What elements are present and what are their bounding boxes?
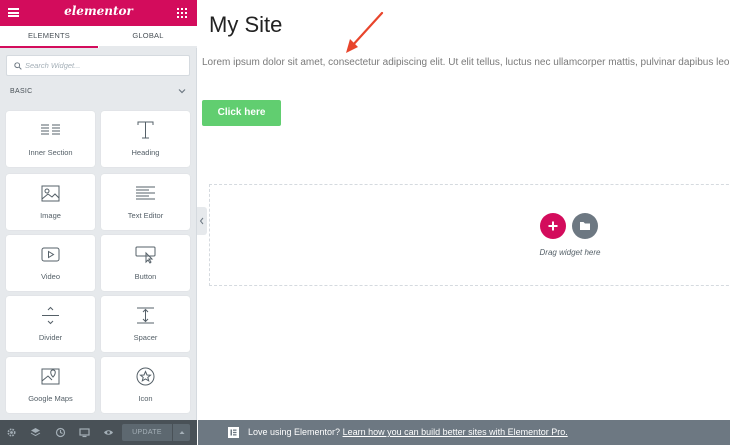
divider-icon — [42, 306, 59, 325]
chevron-down-icon[interactable] — [178, 88, 186, 94]
widget-label: Icon — [138, 394, 153, 403]
widget-label: Button — [134, 272, 157, 281]
widget-image[interactable]: Image — [6, 174, 95, 230]
click-here-button[interactable]: Click here — [202, 100, 281, 126]
widget-label: Text Editor — [127, 211, 164, 220]
star-icon — [136, 367, 155, 386]
widget-text-editor[interactable]: Text Editor — [101, 174, 190, 230]
image-icon — [41, 185, 60, 202]
update-options-button[interactable] — [172, 424, 190, 441]
add-template-button[interactable] — [572, 213, 598, 239]
button-icon — [135, 246, 156, 264]
widget-icon[interactable]: Icon — [101, 357, 190, 413]
widget-divider[interactable]: Divider — [6, 296, 95, 352]
preview-eye-icon[interactable] — [103, 427, 114, 438]
responsive-desktop-icon[interactable] — [79, 427, 90, 438]
promo-message: Love using Elementor? Learn how you can … — [248, 427, 568, 437]
caret-up-icon — [179, 431, 185, 434]
widget-label: Divider — [38, 333, 63, 342]
update-button[interactable]: UPDATE — [122, 424, 172, 441]
collapse-panel-handle[interactable] — [197, 207, 207, 235]
history-icon[interactable] — [55, 427, 66, 438]
category-title: BASIC — [10, 88, 33, 95]
promo-bar: Love using Elementor? Learn how you can … — [198, 420, 730, 445]
inner-section-icon — [41, 124, 60, 135]
widget-google-maps[interactable]: Google Maps — [6, 357, 95, 413]
tab-elements[interactable]: ELEMENTS — [0, 26, 98, 48]
widget-heading[interactable]: Heading — [101, 111, 190, 167]
widget-label: Inner Section — [28, 148, 73, 157]
google-maps-icon — [41, 368, 60, 385]
elementor-logo-icon — [228, 427, 239, 438]
body-text: Lorem ipsum dolor sit amet, consectetur … — [202, 57, 730, 68]
widget-button[interactable]: Button — [101, 235, 190, 291]
video-icon — [41, 247, 60, 262]
settings-gear-icon[interactable] — [6, 427, 17, 438]
heading-icon — [137, 121, 154, 139]
chevron-left-icon — [199, 217, 204, 225]
search-icon — [14, 62, 22, 70]
widget-label: Google Maps — [28, 394, 73, 403]
tab-global[interactable]: GLOBAL — [99, 26, 197, 48]
widgets-grid-icon[interactable] — [177, 8, 187, 18]
widget-video[interactable]: Video — [6, 235, 95, 291]
plus-icon — [548, 221, 558, 231]
annotation-arrow-icon — [346, 11, 384, 53]
promo-prefix: Love using Elementor? — [248, 427, 341, 437]
panel-header: elementor — [0, 0, 197, 26]
widget-label: Image — [40, 211, 61, 220]
widget-inner-section[interactable]: Inner Section — [6, 111, 95, 167]
dropzone-label: Drag widget here — [539, 248, 601, 257]
page-title: My Site — [209, 12, 283, 37]
folder-icon — [580, 222, 590, 230]
panel-footer: UPDATE — [0, 420, 197, 445]
widget-label: Heading — [131, 148, 160, 157]
navigator-layers-icon[interactable] — [30, 427, 41, 438]
widget-label: Video — [40, 272, 61, 281]
widget-spacer[interactable]: Spacer — [101, 296, 190, 352]
text-editor-icon — [136, 186, 155, 200]
add-section-button[interactable] — [540, 213, 566, 239]
editor-panel: elementor ELEMENTS GLOBAL BASIC — [0, 0, 197, 445]
learn-more-link[interactable]: Learn how you can build better sites wit… — [343, 427, 568, 437]
spacer-icon — [137, 307, 154, 324]
search-box — [6, 55, 190, 76]
widget-dropzone[interactable]: Drag widget here — [209, 184, 730, 286]
panel-tabs: ELEMENTS GLOBAL — [0, 26, 197, 48]
widget-label: Spacer — [133, 333, 158, 342]
search-input[interactable] — [25, 56, 185, 75]
elementor-logo: elementor — [64, 4, 133, 18]
